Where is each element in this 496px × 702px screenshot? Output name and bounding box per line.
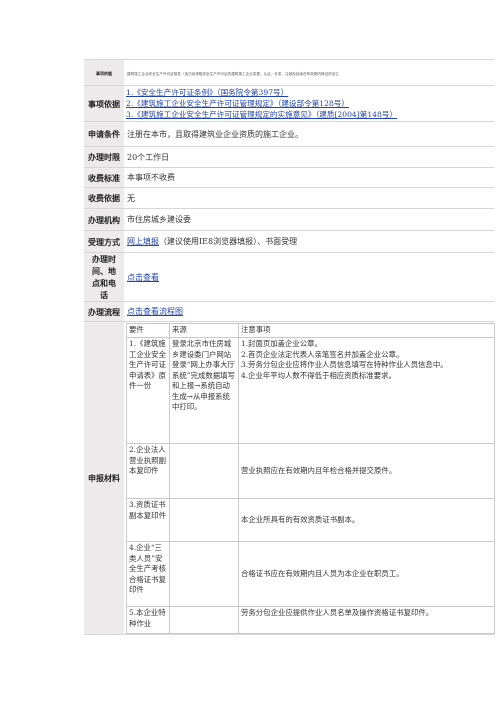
row-materials: 申报材料 要件 来源 注意事项 1.《建筑施工企业安全生产许可证申请表》原件一份… xyxy=(84,321,495,635)
legal-basis-top-text: 建筑施工企业安全生产许可证核发（含已经领取安全生产许可证的建筑施工企业变更、认证… xyxy=(124,59,494,86)
acceptance-value: 网上填报（建议使用IE8浏览器填报）、书面受理 xyxy=(124,230,494,253)
header-requirement: 要件 xyxy=(126,323,170,338)
material-source xyxy=(169,541,239,607)
material-source xyxy=(169,606,239,634)
row-process: 办理流程 点击查看流程图 xyxy=(84,301,494,322)
process-link[interactable]: 点击查看流程图 xyxy=(127,307,183,316)
legal-basis-item-1[interactable]: 1.《安全生产许可证条例》（国务院令第397号） xyxy=(126,87,494,98)
label-location: 办理时间、地点和电话 xyxy=(84,252,124,302)
acceptance-note: （建议使用IE8浏览器填报）、书面受理 xyxy=(159,237,298,246)
materials-row: 5.本企业特种作业 劳务分包企业应提供作业人员名单及操作资格证书复印件。 xyxy=(126,606,495,634)
materials-header-row: 要件 来源 注意事项 xyxy=(126,323,495,338)
material-name: 4.企业“三类人员”安全生产考核合格证书复印件 xyxy=(126,541,170,607)
material-notes: 营业执照应在有效期内且年检合格并提交原件。 xyxy=(238,443,495,499)
materials-row: 2.企业法人营业执照副本复印件 营业执照应在有效期内且年检合格并提交原件。 xyxy=(126,443,495,499)
location-link[interactable]: 点击查看 xyxy=(127,273,159,282)
row-conditions: 申请条件 注册在本市，且取得建筑业企业资质的施工企业。 xyxy=(84,121,494,147)
row-acceptance: 受理方式 网上填报（建议使用IE8浏览器填报）、书面受理 xyxy=(84,230,494,253)
materials-row: 1.《建筑施工企业安全生产许可证申请表》原件一份 登录北京市住房城乡建设委门户网… xyxy=(126,337,495,444)
row-legal-basis: 事项依据 1.《安全生产许可证条例》（国务院令第397号） 2.《建筑施工企业安… xyxy=(84,85,494,122)
material-notes: 劳务分包企业应提供作业人员名单及操作资格证书复印件。 xyxy=(238,606,495,634)
material-source: 登录北京市住房城乡建设委门户网站登录“网上办事大厅系统”完成数据填写和上报→系统… xyxy=(169,337,239,444)
label-fee-standard: 收费标准 xyxy=(84,167,124,188)
row-fee-standard: 收费标准 本事项不收费 xyxy=(84,167,494,188)
conditions-value: 注册在本市，且取得建筑业企业资质的施工企业。 xyxy=(124,121,494,147)
header-source: 来源 xyxy=(169,323,239,338)
legal-basis-item-2[interactable]: 2.《建筑施工企业安全生产许可证管理规定》（建设部令第128号） xyxy=(126,98,494,109)
row-agency: 办理机构 市住房城乡建设委 xyxy=(84,208,494,231)
material-source xyxy=(169,443,239,499)
time-limit-value: 20个工作日 xyxy=(124,146,494,168)
row-time-limit: 办理时限 20个工作日 xyxy=(84,146,494,168)
material-notes: 合格证书应在有效期内且人员为本企业在职员工。 xyxy=(238,541,495,607)
materials-row: 3.资质证书副本复印件 本企业所具有的有效资质证书副本。 xyxy=(126,498,495,542)
materials-row: 4.企业“三类人员”安全生产考核合格证书复印件 合格证书应在有效期内且人员为本企… xyxy=(126,541,495,607)
label-fee-basis: 收费依据 xyxy=(84,187,124,209)
label-conditions: 申请条件 xyxy=(84,121,124,147)
label-process: 办理流程 xyxy=(84,301,124,322)
label-time-limit: 办理时限 xyxy=(84,146,124,168)
material-source xyxy=(169,498,239,542)
service-info-table: 事项依据 建筑施工企业安全生产许可证核发（含已经领取安全生产许可证的建筑施工企业… xyxy=(84,59,495,635)
materials-table: 要件 来源 注意事项 1.《建筑施工企业安全生产许可证申请表》原件一份 登录北京… xyxy=(126,323,495,634)
location-value: 点击查看 xyxy=(124,252,494,302)
fee-basis-value: 无 xyxy=(124,187,494,209)
material-name: 2.企业法人营业执照副本复印件 xyxy=(126,443,170,499)
material-notes: 本企业所具有的有效资质证书副本。 xyxy=(238,498,495,542)
process-value: 点击查看流程图 xyxy=(124,301,494,322)
material-name: 3.资质证书副本复印件 xyxy=(126,498,170,542)
agency-value: 市住房城乡建设委 xyxy=(124,208,494,231)
label-agency: 办理机构 xyxy=(84,208,124,231)
header-notes: 注意事项 xyxy=(238,323,495,338)
label-acceptance: 受理方式 xyxy=(84,230,124,253)
legal-basis-list: 1.《安全生产许可证条例》（国务院令第397号） 2.《建筑施工企业安全生产许可… xyxy=(124,85,494,122)
materials-cell: 要件 来源 注意事项 1.《建筑施工企业安全生产许可证申请表》原件一份 登录北京… xyxy=(124,321,495,635)
label-legal-basis-top: 事项依据 xyxy=(84,59,124,86)
row-legal-basis-top: 事项依据 建筑施工企业安全生产许可证核发（含已经领取安全生产许可证的建筑施工企业… xyxy=(84,59,494,86)
row-location: 办理时间、地点和电话 点击查看 xyxy=(84,252,494,302)
row-fee-basis: 收费依据 无 xyxy=(84,187,494,209)
label-legal-basis: 事项依据 xyxy=(84,85,124,122)
label-materials: 申报材料 xyxy=(84,321,124,635)
material-name: 5.本企业特种作业 xyxy=(126,606,170,634)
legal-basis-item-3[interactable]: 3.《建筑施工企业安全生产许可证管理规定的实施意见》（建质[2004]第148号… xyxy=(126,109,494,120)
fee-standard-value: 本事项不收费 xyxy=(124,167,494,188)
online-apply-link[interactable]: 网上填报 xyxy=(127,237,159,246)
material-name: 1.《建筑施工企业安全生产许可证申请表》原件一份 xyxy=(126,337,170,444)
material-notes: 1.封面页加盖企业公章。 2.首页企业法定代表人亲笔签名并加盖企业公章。 3.劳… xyxy=(238,337,495,444)
